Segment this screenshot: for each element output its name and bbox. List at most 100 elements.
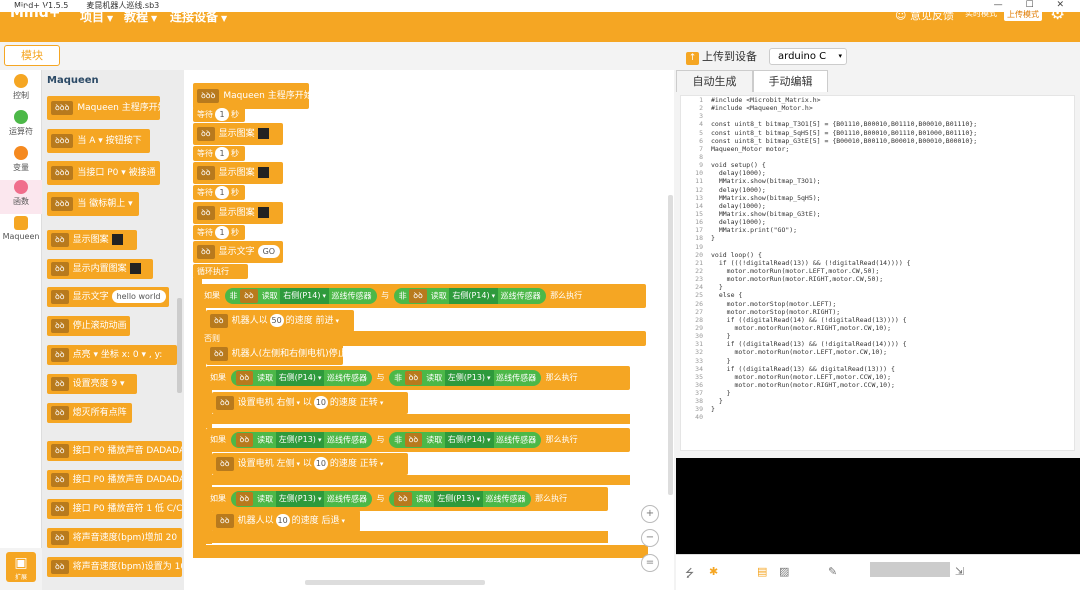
workspace-vscrollbar[interactable] <box>668 195 673 495</box>
tab-manual-edit[interactable]: 手动编辑 <box>753 70 828 92</box>
code-text: delay(1000); <box>711 218 766 227</box>
code-line: 30 } <box>681 332 1074 340</box>
send-icon[interactable]: ⇲ <box>955 565 964 578</box>
line-number: 37 <box>695 389 703 398</box>
robot-forward-block[interactable]: ꝺꝺ 机器人以 50 的速度 前进 ▾ <box>206 310 354 332</box>
show-image-block[interactable]: ꝺꝺ 显示图案 <box>193 162 283 184</box>
scroll-lock-icon[interactable]: ✎ <box>828 565 837 578</box>
zoom-reset-icon[interactable]: = <box>641 554 659 572</box>
menu-tutorial[interactable]: 教程 ▼ <box>124 8 157 25</box>
code-text: if (((!digitalRead(13)) && (!digitalRead… <box>711 258 911 267</box>
usb-icon[interactable]: ⭍ <box>685 565 694 584</box>
fly-block[interactable]: ꝺꝺ 将声音速度(bpm)增加 20 <box>47 528 182 548</box>
line-number: 3 <box>699 112 703 121</box>
wait-block[interactable]: 等待 1 秒 <box>193 146 245 161</box>
robot-stop-block[interactable]: ꝺꝺ 机器人(左侧和右侧电机)停止 <box>206 343 343 365</box>
save-log-icon[interactable]: ▤ <box>757 565 767 578</box>
fly-block[interactable]: ꝺꝺꝺ 当 A ▾ 按钮按下 <box>47 129 150 153</box>
main-start-block[interactable]: ꝺꝺꝺ Maqueen 主程序开始 <box>193 83 309 109</box>
flyout-scrollbar[interactable] <box>177 298 182 393</box>
robot-back-block[interactable]: ꝺꝺ 机器人以 10 的速度 后退 ▾ <box>212 510 360 532</box>
line-number: 7 <box>699 144 703 153</box>
wait-block[interactable]: 等待 1 秒 <box>193 225 245 240</box>
serial-terminal <box>676 458 1080 554</box>
board-select[interactable]: arduino C ▾ <box>769 48 847 65</box>
fly-block[interactable]: ꝺꝺ 接口 P0 播放声音 DADADA <box>47 441 182 461</box>
fly-block[interactable]: ꝺꝺ 接口 P0 播放音符 1 低 C/C <box>47 499 182 519</box>
category-operators[interactable]: 运算符 <box>0 110 42 137</box>
category-sidebar: 控制 运算符 变量 函数 Maqueen <box>0 70 42 548</box>
line-number: 26 <box>695 299 703 308</box>
line-number: 4 <box>699 120 703 129</box>
plug-icon[interactable]: ✱ <box>709 565 718 578</box>
fly-block[interactable]: ꝺꝺ 停止滚动动画 <box>47 316 130 336</box>
fly-block[interactable]: ꝺꝺꝺ 当接口 P0 ▾ 被接通 <box>47 161 160 185</box>
fly-block[interactable]: ꝺꝺ 点亮 ▾ 坐标 x: 0 ▾ , y: <box>47 345 177 365</box>
code-text: Maqueen_Motor motor; <box>711 144 790 153</box>
code-line: 6 const uint8_t bitmap_G3tE[5] = {B00010,… <box>681 137 1074 145</box>
zoom-in-icon[interactable]: + <box>641 505 659 523</box>
line-number: 2 <box>699 104 703 113</box>
show-text-block[interactable]: ꝺꝺ 显示文字 GO <box>193 241 283 263</box>
tab-auto-generate[interactable]: 自动生成 <box>676 70 753 92</box>
code-line: 37 } <box>681 389 1074 397</box>
if-block[interactable]: 如果 ꝺꝺ 读取 右侧(P14) ▾ 巡线传感器 与 非 ꝺꝺ 读取 左侧(P13) ▾… <box>206 366 630 390</box>
code-text: void setup() { <box>711 161 766 170</box>
line-number: 19 <box>695 242 703 251</box>
loop-block[interactable]: 循环执行 <box>193 264 248 279</box>
fly-block[interactable]: ꝺꝺꝺ Maqueen 主程序开始 <box>47 96 160 120</box>
if-block[interactable]: 如果 ꝺꝺ 读取 左侧(P13) ▾ 巡线传感器 与 非 ꝺꝺ 读取 右侧(P14) ▾… <box>206 428 630 452</box>
clear-log-icon[interactable]: ▨ <box>779 565 789 578</box>
upload-button[interactable]: ↑ 上传到设备 <box>686 48 757 65</box>
if-else-block[interactable]: 如果 非 ꝺꝺ 读取 右侧(P14) ▾ 巡线传感器 与 非 ꝺꝺ 读取 右侧(P14… <box>200 284 646 308</box>
workspace-hscrollbar[interactable] <box>305 580 485 585</box>
code-text: delay(1000); <box>711 169 766 178</box>
line-number: 23 <box>695 275 703 284</box>
code-line: 34 if ((digitalRead(13) && digitalRead(1… <box>681 365 1074 373</box>
line-number: 20 <box>695 250 703 259</box>
line-number: 17 <box>695 226 703 235</box>
fly-block[interactable]: ꝺꝺ 设置亮度 9 ▾ <box>47 374 137 394</box>
code-text: #include <Maqueen_Motor.h> <box>711 104 813 113</box>
line-number: 34 <box>695 364 703 373</box>
zoom-out-icon[interactable]: − <box>641 529 659 547</box>
feedback-button[interactable]: ☺ 意见反馈 <box>895 7 954 23</box>
category-maqueen[interactable]: Maqueen <box>0 216 42 241</box>
category-functions[interactable]: 函数 <box>0 180 42 214</box>
code-text: const uint8_t bitmap_G3tE[5] = {B00010,B… <box>711 136 978 145</box>
wait-block[interactable]: 等待 1 秒 <box>193 185 245 200</box>
line-number: 6 <box>699 136 703 145</box>
realtime-mode-button[interactable]: 实时模式 <box>965 8 997 19</box>
set-motor-block[interactable]: ꝺꝺ 设置电机 右侧 ▾ 以 10 的速度 正转 ▾ <box>212 392 408 414</box>
line-number: 30 <box>695 332 703 341</box>
gear-icon[interactable]: ⚙ <box>1050 4 1065 24</box>
fly-block[interactable]: ꝺꝺ 显示图案 <box>47 230 137 250</box>
serial-input[interactable] <box>870 562 950 577</box>
fly-block[interactable]: ꝺꝺ 显示内置图案 <box>47 259 153 279</box>
code-editor[interactable]: 1 #include <Microbit_Matrix.h> 2 #include <… <box>680 95 1075 451</box>
fly-block[interactable]: ꝺꝺ 熄灭所有点阵 <box>47 403 132 423</box>
code-line: 5 const uint8_t bitmap_5qH5[5] = {B01110,… <box>681 129 1074 137</box>
add-extension-button[interactable]: ▣ 扩展 <box>6 552 36 582</box>
show-image-block[interactable]: ꝺꝺ 显示图案 <box>193 202 283 224</box>
line-number: 21 <box>695 258 703 267</box>
blocks-button[interactable]: 模块 <box>4 45 60 66</box>
code-line: 13 MMatrix.show(bitmap_5qH5); <box>681 194 1074 202</box>
category-variables[interactable]: 变量 <box>0 146 42 173</box>
upload-mode-button[interactable]: 上传模式 <box>1004 8 1042 21</box>
fly-block[interactable]: ꝺꝺꝺ 当 徽标朝上 ▾ <box>47 192 139 216</box>
set-motor-block[interactable]: ꝺꝺ 设置电机 左侧 ▾ 以 10 的速度 正转 ▾ <box>212 453 408 475</box>
code-text: motor.motorStop(motor.LEFT); <box>711 299 837 308</box>
extension-icon: ▣ <box>14 555 28 571</box>
wait-block[interactable]: 等待 1 秒 <box>193 107 245 122</box>
fly-block[interactable]: ꝺꝺ 将声音速度(bpm)设置为 10 <box>47 557 182 577</box>
menu-connect[interactable]: 连接设备 ▼ <box>170 8 227 25</box>
fly-block[interactable]: ꝺꝺ 接口 P0 播放声音 DADADA <box>47 470 182 490</box>
category-control[interactable]: 控制 <box>0 74 42 101</box>
if-block[interactable]: 如果 ꝺꝺ 读取 左侧(P13) ▾ 巡线传感器 与 ꝺꝺ 读取 左侧(P13) ▾ 巡… <box>206 487 608 511</box>
menu-project[interactable]: 项目 ▼ <box>80 8 113 25</box>
code-text: motor.motorRun(motor.RIGHT,motor.CCW,10)… <box>711 380 895 389</box>
fly-block[interactable]: ꝺꝺ 显示文字 hello world <box>47 287 169 307</box>
show-image-block[interactable]: ꝺꝺ 显示图案 <box>193 123 283 145</box>
code-text: if ((digitalRead(13) && (!digitalRead(14… <box>711 340 907 349</box>
